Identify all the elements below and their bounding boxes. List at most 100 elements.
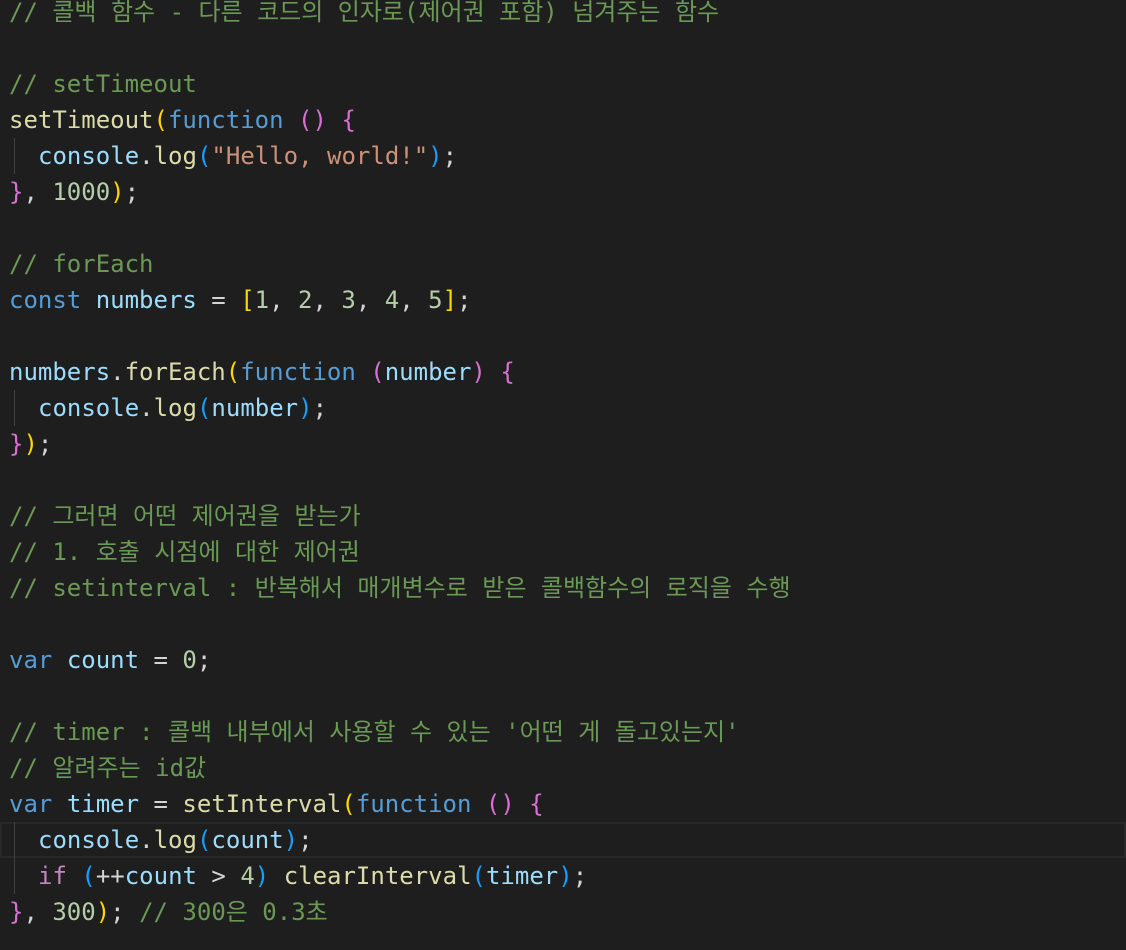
- code-line[interactable]: console.log(number);: [0, 390, 1126, 426]
- code-token: // 알려주는 id값: [9, 754, 207, 782]
- code-token: .: [139, 142, 154, 170]
- code-line[interactable]: }, 1000);: [0, 174, 1126, 210]
- code-token: clearInterval: [283, 862, 472, 890]
- indent-guide: [14, 858, 15, 894]
- code-token: (: [370, 358, 385, 386]
- code-token: (): [298, 106, 327, 134]
- code-line[interactable]: // 콜백 함수 - 다른 코드의 인자로(제어권 포함) 넘겨주는 함수: [0, 0, 1126, 30]
- code-token: 4: [240, 862, 255, 890]
- code-line[interactable]: // 1. 호출 시점에 대한 제어권: [0, 534, 1126, 570]
- code-line[interactable]: setTimeout(function () {: [0, 102, 1126, 138]
- code-token: ++: [95, 862, 125, 890]
- code-token: ): [110, 178, 125, 206]
- code-token: (): [485, 790, 515, 818]
- code-token: count: [124, 862, 197, 890]
- code-token: const: [9, 286, 82, 314]
- code-token: count: [211, 826, 284, 854]
- code-token: ): [298, 394, 313, 422]
- code-line[interactable]: }, 300); // 300은 0.3초: [0, 894, 1126, 930]
- code-token: {: [500, 358, 515, 386]
- code-token: =: [139, 646, 183, 674]
- code-token: ,: [355, 286, 385, 314]
- code-token: {: [529, 790, 544, 818]
- code-line[interactable]: // 알려주는 id값: [0, 750, 1126, 786]
- code-line[interactable]: // setTimeout: [0, 66, 1126, 102]
- code-line[interactable]: numbers.forEach(function (number) {: [0, 354, 1126, 390]
- code-token: ;: [110, 898, 140, 926]
- code-token: setTimeout: [9, 106, 154, 134]
- code-token: ;: [457, 286, 472, 314]
- code-token: timer: [485, 862, 559, 890]
- code-token: // 300은 0.3초: [139, 898, 328, 926]
- code-line[interactable]: [0, 30, 1126, 66]
- code-line[interactable]: // forEach: [0, 246, 1126, 282]
- code-token: (: [471, 862, 486, 890]
- code-token: }: [9, 898, 24, 926]
- code-token: 300: [52, 898, 96, 926]
- code-token: ,: [312, 286, 342, 314]
- code-token: ): [428, 142, 443, 170]
- code-token: ): [558, 862, 573, 890]
- code-token: {: [341, 106, 356, 134]
- code-line[interactable]: // 그러면 어떤 제어권을 받는가: [0, 498, 1126, 534]
- code-token: function: [167, 106, 284, 134]
- code-token: number: [384, 358, 472, 386]
- code-token: ;: [298, 826, 313, 854]
- code-token: var: [9, 646, 53, 674]
- code-token: setInterval: [182, 790, 342, 818]
- code-token: function: [240, 358, 356, 386]
- code-token: ,: [23, 178, 53, 206]
- code-token: 0: [182, 646, 197, 674]
- code-line[interactable]: [0, 318, 1126, 354]
- code-token: 4: [384, 286, 400, 314]
- code-token: numbers: [9, 358, 111, 386]
- code-token: forEach: [124, 358, 226, 386]
- code-token: (: [225, 358, 241, 386]
- code-editor[interactable]: // 콜백 함수 - 다른 코드의 인자로(제어권 포함) 넘겨주는 함수 //…: [0, 0, 1126, 950]
- indent-guide: [14, 390, 15, 426]
- code-line[interactable]: [0, 462, 1126, 498]
- code-token: log: [153, 142, 197, 170]
- code-token: log: [153, 394, 197, 422]
- code-line[interactable]: var timer = setInterval(function () {: [0, 786, 1126, 822]
- code-token: if: [38, 862, 67, 890]
- code-token: }: [9, 178, 24, 206]
- code-token: "Hello, world!": [211, 142, 429, 170]
- code-token: ,: [399, 286, 429, 314]
- code-token: var: [9, 790, 53, 818]
- code-line[interactable]: if (++count > 4) clearInterval(timer);: [0, 858, 1126, 894]
- code-token: ;: [37, 430, 53, 458]
- code-token: (: [153, 106, 168, 134]
- code-line[interactable]: [0, 210, 1126, 246]
- code-token: // setTimeout: [9, 70, 197, 98]
- code-token: // forEach: [9, 250, 154, 278]
- code-line[interactable]: // timer : 콜백 내부에서 사용할 수 있는 '어떤 게 돌고있는지': [0, 714, 1126, 750]
- code-line[interactable]: [0, 678, 1126, 714]
- code-token: (: [81, 862, 96, 890]
- code-token: ): [95, 898, 111, 926]
- code-line-current[interactable]: console.log(count);: [0, 822, 1126, 858]
- code-token: ;: [196, 646, 212, 674]
- code-token: count: [66, 646, 140, 674]
- code-line[interactable]: console.log("Hello, world!");: [0, 138, 1126, 174]
- code-token: >: [196, 862, 241, 890]
- code-token: log: [153, 826, 197, 854]
- code-token: // 1. 호출 시점에 대한 제어권: [9, 538, 360, 566]
- code-token: ): [23, 430, 38, 458]
- code-token: ,: [269, 286, 299, 314]
- code-token: (: [341, 790, 356, 818]
- code-token: =: [139, 790, 183, 818]
- code-line[interactable]: var count = 0;: [0, 642, 1126, 678]
- code-token: // 콜백 함수 - 다른 코드의 인자로(제어권 포함) 넘겨주는 함수: [9, 0, 720, 26]
- code-line[interactable]: });: [0, 426, 1126, 462]
- code-line[interactable]: const numbers = [1, 2, 3, 4, 5];: [0, 282, 1126, 318]
- code-line[interactable]: [0, 606, 1126, 642]
- code-line[interactable]: // setinterval : 반복해서 매개변수로 받은 콜백함수의 로직을…: [0, 570, 1126, 606]
- code-token: numbers: [95, 286, 197, 314]
